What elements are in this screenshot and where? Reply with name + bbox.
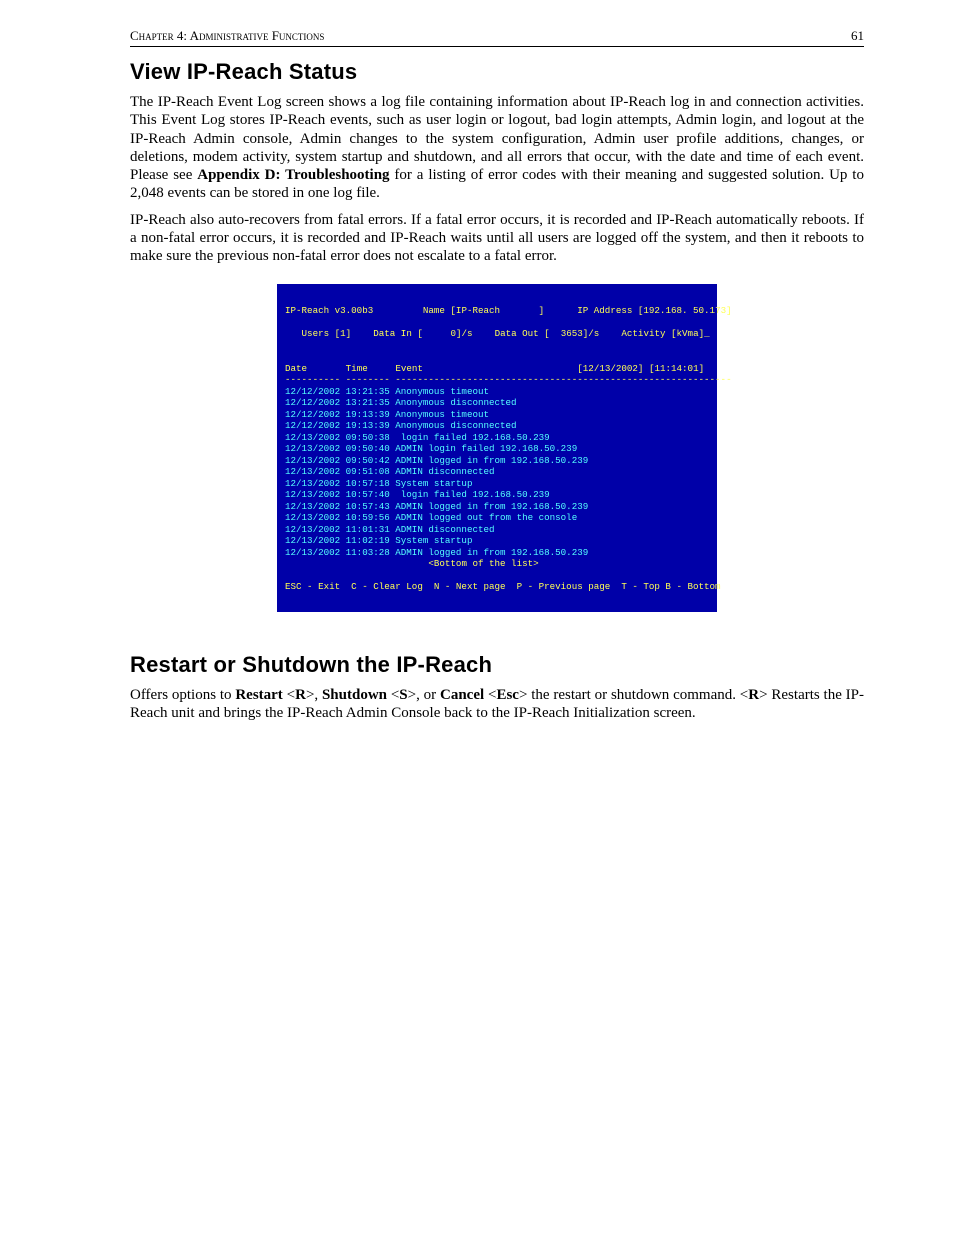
log-row: 12/12/2002 19:13:39 Anonymous timeout <box>285 409 489 420</box>
term-col-event: Event <box>395 363 423 374</box>
log-row: 12/13/2002 09:50:38 login failed 192.168… <box>285 432 550 443</box>
log-row: 12/13/2002 11:01:31 ADMIN disconnected <box>285 524 495 535</box>
log-row: 12/12/2002 13:21:35 Anonymous disconnect… <box>285 397 517 408</box>
log-row: 12/13/2002 09:50:40 ADMIN login failed 1… <box>285 443 577 454</box>
terminal-container: IP-Reach v3.00b3 Name [IP-Reach ] IP Add… <box>130 284 864 613</box>
term-activity: Activity [kVma]_ <box>621 328 709 339</box>
restart-label: Restart <box>235 687 282 703</box>
paragraph-3: Offers options to Restart <R>, Shutdown … <box>130 686 864 723</box>
p3-a: Offers options to <box>130 687 235 703</box>
term-data-out: Data Out [ 3653]/s <box>495 328 600 339</box>
term-cols-line: Date Time Event [12/13/2002] [11:14:01] <box>285 363 704 374</box>
s-key: <S> <box>387 687 416 703</box>
term-data-in-val: 0]/s <box>450 328 472 339</box>
term-users: Users [1] <box>302 328 352 339</box>
paragraph-1: The IP-Reach Event Log screen shows a lo… <box>130 93 864 203</box>
paragraph-2: IP-Reach also auto-recovers from fatal e… <box>130 211 864 266</box>
term-bottom-text: <Bottom of the list> <box>428 558 538 569</box>
cancel-label: Cancel <box>440 687 484 703</box>
log-row: 12/13/2002 11:02:19 System startup <box>285 535 472 546</box>
document-page: Chapter 4: Administrative Functions 61 V… <box>0 0 954 1235</box>
term-bottom-tag: <Bottom of the list> <box>285 558 539 569</box>
term-timestamp: [12/13/2002] [11:14:01] <box>577 363 704 374</box>
term-name: Name [IP-Reach ] <box>423 305 544 316</box>
term-col-date: Date <box>285 363 307 374</box>
term-footer: ESC - Exit C - Clear Log N - Next page P… <box>285 581 721 592</box>
log-row: 12/12/2002 19:13:39 Anonymous disconnect… <box>285 420 517 431</box>
section-title-view-status: View IP-Reach Status <box>130 59 864 85</box>
r2: R <box>748 687 759 703</box>
shutdown-label: Shutdown <box>322 687 387 703</box>
term-stats-line: Users [1] Data In [ 0]/s Data Out [ 3653… <box>285 328 710 339</box>
header-chapter: Chapter 4: Administrative Functions <box>130 28 324 44</box>
sep2: , or <box>416 687 440 703</box>
log-row: 12/13/2002 10:59:56 ADMIN logged out fro… <box>285 512 577 523</box>
sep1: , <box>314 687 322 703</box>
page-header: Chapter 4: Administrative Functions 61 <box>130 28 864 47</box>
header-page-number: 61 <box>851 28 864 44</box>
log-row: 12/13/2002 10:57:18 System startup <box>285 478 472 489</box>
log-row: 12/12/2002 13:21:35 Anonymous timeout <box>285 386 489 397</box>
log-row: 12/13/2002 09:50:42 ADMIN logged in from… <box>285 455 588 466</box>
appendix-ref: Appendix D: Troubleshooting <box>197 167 389 183</box>
p3-b: the restart or shutdown command. < <box>527 687 748 703</box>
log-row: 12/13/2002 10:57:43 ADMIN logged in from… <box>285 501 588 512</box>
section-title-restart: Restart or Shutdown the IP-Reach <box>130 652 864 678</box>
term-version: IP-Reach v3.00b3 <box>285 305 373 316</box>
term-top-line: IP-Reach v3.00b3 Name [IP-Reach ] IP Add… <box>285 305 732 316</box>
term-ip: IP Address [192.168. 50.173] <box>577 305 731 316</box>
term-divider: ---------- -------- --------------------… <box>285 374 732 385</box>
log-row: 12/13/2002 09:51:08 ADMIN disconnected <box>285 466 495 477</box>
r-key: <R> <box>283 687 315 703</box>
term-data-in-label: Data In [ <box>373 328 423 339</box>
terminal-window: IP-Reach v3.00b3 Name [IP-Reach ] IP Add… <box>277 284 717 613</box>
esc-key: <Esc> <box>484 687 527 703</box>
term-col-time: Time <box>346 363 368 374</box>
log-row: 12/13/2002 11:03:28 ADMIN logged in from… <box>285 547 588 558</box>
log-row: 12/13/2002 10:57:40 login failed 192.168… <box>285 489 550 500</box>
